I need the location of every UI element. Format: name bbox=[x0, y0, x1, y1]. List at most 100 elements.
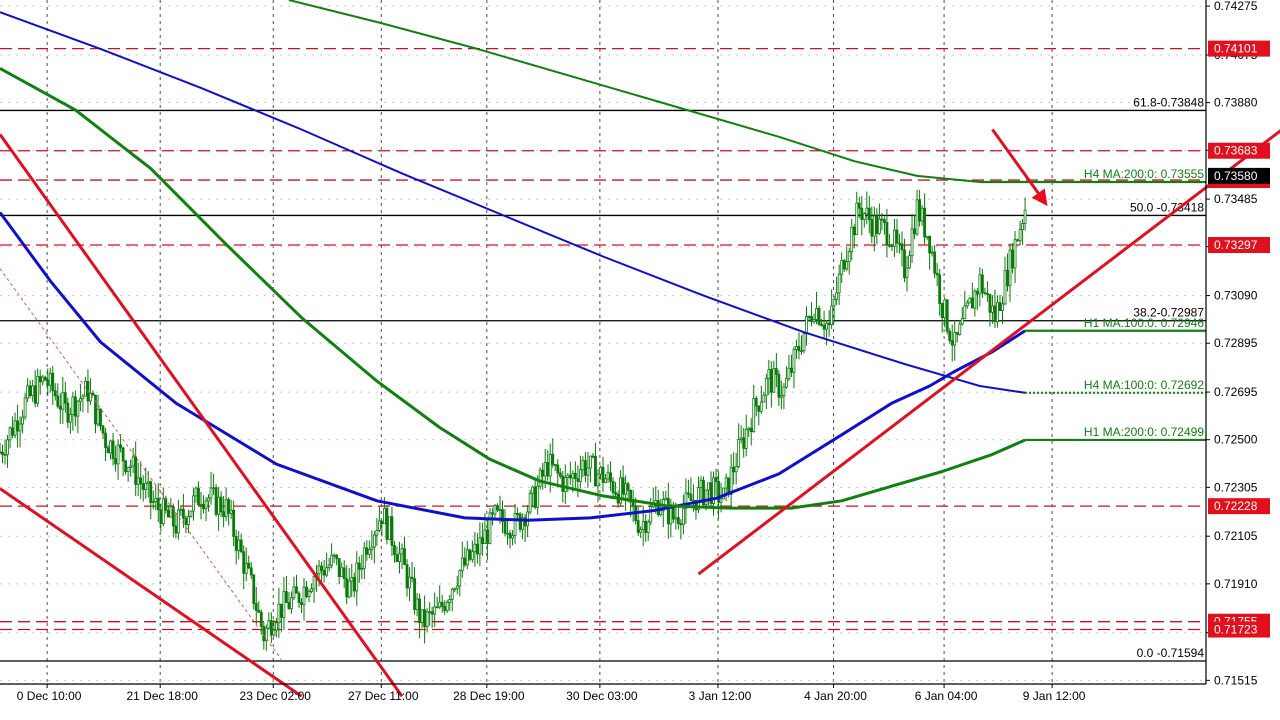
candle-body bbox=[28, 385, 32, 396]
candle-body bbox=[609, 472, 612, 482]
candle-body bbox=[360, 567, 364, 570]
candle-body bbox=[247, 562, 251, 569]
candle-body bbox=[11, 427, 14, 436]
candle-body bbox=[372, 534, 376, 548]
candle-body bbox=[704, 489, 708, 506]
candle-body bbox=[244, 562, 248, 574]
candle-body bbox=[845, 261, 849, 270]
candle-body bbox=[249, 567, 253, 576]
candle-body bbox=[993, 305, 997, 323]
candle-body bbox=[154, 497, 158, 503]
candle-body bbox=[536, 485, 540, 508]
time-tick-label: 0 Dec 10:00 bbox=[17, 689, 82, 703]
candle-body bbox=[832, 298, 836, 307]
candle-body bbox=[104, 432, 107, 449]
candle-body bbox=[689, 493, 693, 501]
candle-body bbox=[239, 539, 243, 553]
candle-body bbox=[983, 292, 987, 295]
candle-body bbox=[355, 562, 359, 592]
candle-body bbox=[641, 520, 645, 531]
candle-body bbox=[870, 219, 874, 237]
candle-body bbox=[827, 322, 831, 326]
candle-body bbox=[518, 513, 522, 530]
candle-body bbox=[737, 439, 741, 468]
candle-body bbox=[219, 496, 223, 513]
candle-body bbox=[254, 603, 258, 611]
price-chart[interactable]: 61.8-0.7384850.0 -0.7341838.2-0.729870.0… bbox=[0, 0, 1280, 720]
candle-body bbox=[320, 565, 324, 571]
candle-body bbox=[99, 408, 102, 427]
candle-body bbox=[33, 385, 37, 404]
candle-body bbox=[699, 479, 703, 489]
candle-body bbox=[893, 229, 896, 247]
candle-body bbox=[754, 398, 758, 407]
candle-body bbox=[805, 316, 808, 334]
candle-body bbox=[174, 525, 178, 534]
time-tick-label: 9 Jan 12:00 bbox=[1023, 689, 1086, 703]
candle-body bbox=[782, 386, 786, 397]
candle-body bbox=[860, 207, 864, 220]
time-tick-label: 30 Dec 03:00 bbox=[566, 689, 638, 703]
candle-body bbox=[516, 513, 519, 515]
candle-body bbox=[340, 567, 344, 577]
price-tick-label: 0.74275 bbox=[1214, 0, 1258, 13]
candle-body bbox=[217, 496, 220, 515]
candle-body bbox=[928, 235, 932, 254]
candle-body bbox=[531, 486, 535, 494]
candle-body bbox=[149, 481, 153, 503]
candle-body bbox=[282, 591, 286, 618]
candle-body bbox=[277, 603, 281, 624]
candle-body bbox=[1013, 239, 1017, 269]
candle-body bbox=[169, 506, 173, 518]
candle-body bbox=[26, 385, 30, 399]
candle-body bbox=[790, 367, 793, 373]
candle-body bbox=[556, 464, 560, 474]
candle-body bbox=[109, 440, 112, 454]
candle-body bbox=[940, 303, 944, 318]
candle-body bbox=[310, 588, 313, 592]
candle-body bbox=[968, 297, 972, 304]
candle-body bbox=[963, 305, 967, 319]
candle-body bbox=[295, 586, 298, 594]
fib-level-label: 61.8-0.73848 bbox=[1133, 95, 1204, 109]
candle-body bbox=[68, 414, 72, 423]
candle-body bbox=[594, 455, 597, 487]
candle-body bbox=[604, 478, 607, 483]
candle-body bbox=[584, 460, 587, 476]
candle-body bbox=[126, 467, 130, 472]
candle-body bbox=[41, 376, 45, 383]
ma-level-label: H4 MA:200:0: 0.73555 bbox=[1084, 167, 1204, 181]
price-tick-label: 0.72305 bbox=[1214, 480, 1258, 494]
candle-body bbox=[840, 260, 844, 275]
candle-body bbox=[872, 215, 876, 237]
candle-body bbox=[785, 378, 788, 388]
candle-body bbox=[345, 578, 349, 598]
candle-body bbox=[764, 378, 768, 396]
candle-body bbox=[166, 509, 170, 518]
candle-body bbox=[1001, 303, 1004, 311]
candle-body bbox=[973, 290, 977, 309]
candle-body bbox=[787, 367, 791, 380]
candle-body bbox=[1, 451, 4, 455]
candle-body bbox=[1003, 269, 1007, 305]
candle-body bbox=[905, 267, 909, 279]
candle-body bbox=[898, 242, 901, 245]
candle-body bbox=[576, 478, 580, 482]
candle-body bbox=[792, 349, 796, 373]
candle-body bbox=[144, 482, 148, 490]
candle-body bbox=[1018, 229, 1022, 242]
candle-body bbox=[496, 505, 499, 511]
candle-body bbox=[611, 481, 615, 494]
candle-body bbox=[624, 483, 628, 495]
candle-body bbox=[257, 609, 261, 613]
candle-body bbox=[297, 592, 301, 603]
candle-body bbox=[159, 509, 163, 525]
candle-body bbox=[187, 516, 190, 526]
candle-body bbox=[189, 510, 193, 518]
candle-body bbox=[285, 591, 288, 603]
candle-body bbox=[212, 487, 215, 490]
candle-body bbox=[749, 427, 753, 433]
candle-body bbox=[538, 469, 542, 487]
time-tick-label: 4 Jan 20:00 bbox=[804, 689, 867, 703]
candle-body bbox=[568, 474, 572, 479]
